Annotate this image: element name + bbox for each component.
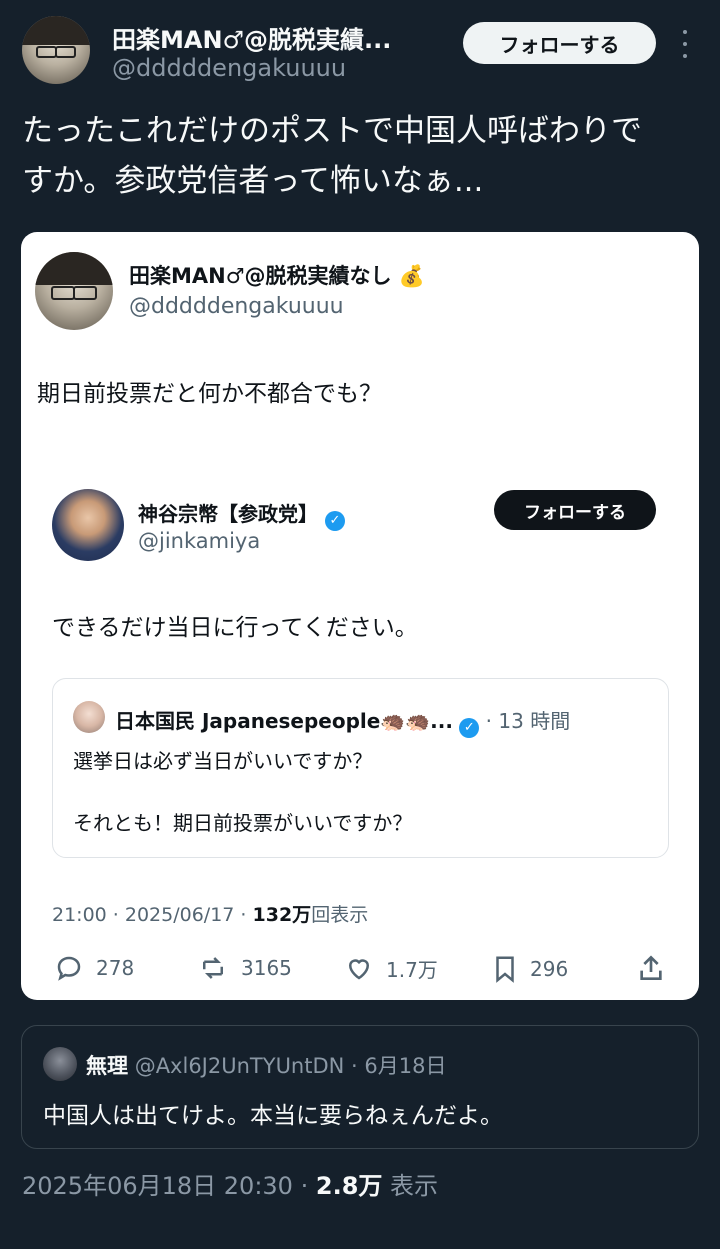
nested-author-avatar bbox=[73, 701, 105, 733]
post-views-label: 表示 bbox=[390, 1172, 439, 1200]
verified-badge-icon: ✓ bbox=[324, 511, 345, 531]
embedded-author-handle: @jinkamiya bbox=[138, 529, 261, 553]
reply-author-handle: @Axl6J2UnTYUntDN bbox=[134, 1054, 345, 1078]
follow-button[interactable]: フォローする bbox=[463, 22, 656, 64]
author-handle[interactable]: @dddddengakuuuu bbox=[112, 54, 346, 82]
quoted-meta: 21:00 · 2025/06/17 · 132万回表示 bbox=[52, 904, 369, 926]
embedded-follow-button[interactable]: フォローする bbox=[494, 490, 656, 530]
nested-text-line-1: 選挙日は必ず当日がいいですか？ bbox=[73, 749, 373, 773]
share-icon bbox=[640, 955, 662, 980]
embedded-author-name: 神谷宗幣【参政党】 ✓ bbox=[138, 498, 345, 531]
nested-text-line-2: それとも！期日前投票がいいですか？ bbox=[73, 811, 413, 835]
nested-age: · 13 時間 bbox=[485, 709, 571, 733]
reply-author-line: 無理 @Axl6J2UnTYUntDN · 6月18日 bbox=[86, 1050, 446, 1080]
reply-icon bbox=[57, 956, 81, 981]
reply-date: · 6月18日 bbox=[351, 1054, 447, 1078]
bookmark-icon bbox=[496, 956, 514, 983]
post-text: たったこれだけのポストで中国人呼ばわりで すか。参政党信者って怖いなぁ... bbox=[22, 106, 642, 206]
embedded-post-text: できるだけ当日に行ってください。 bbox=[52, 615, 418, 641]
reply-author-avatar bbox=[43, 1047, 77, 1081]
post-timestamp: 2025年06月18日 20:30 bbox=[22, 1172, 293, 1200]
quoted-author-handle: @dddddengakuuuu bbox=[129, 294, 344, 319]
embedded-author-avatar bbox=[52, 489, 124, 561]
reply-author-name: 無理 bbox=[86, 1054, 128, 1078]
post-text-line-2: すか。参政党信者って怖いなぁ... bbox=[22, 163, 484, 199]
nested-author-name: 日本国民 Japanesepeople🦔 bbox=[115, 709, 406, 733]
more-options-icon[interactable] bbox=[678, 30, 692, 58]
quoted-author-name: 田楽MAN♂@脱税実績なし 💰 bbox=[129, 264, 426, 288]
reply-text: 中国人は出てけよ。本当に要らねぇんだよ。 bbox=[43, 1103, 503, 1129]
like-action[interactable]: 1.7万 bbox=[342, 953, 438, 983]
quoted-post-card[interactable]: 田楽MAN♂@脱税実績なし 💰 @dddddengakuuuu 期日前投票だと何… bbox=[21, 232, 699, 1000]
nested-quote-card[interactable]: 日本国民 Japanesepeople🦔🦔... ✓ · 13 時間 選挙日は必… bbox=[52, 678, 669, 858]
money-bag-icon: 💰 bbox=[398, 264, 426, 288]
reply-action[interactable]: 278 bbox=[52, 953, 134, 983]
post-timestamp-row: 2025年06月18日 20:30 · 2.8万 表示 bbox=[22, 1172, 439, 1200]
bookmark-action[interactable]: 296 bbox=[490, 953, 568, 985]
retweet-action[interactable]: 3165 bbox=[195, 953, 292, 983]
quoted-post-text: 期日前投票だと何か不都合でも？ bbox=[37, 381, 382, 407]
author-name[interactable]: 田楽MAN♂@脱税実績... bbox=[112, 20, 391, 55]
nested-verified-badge-icon: ✓ bbox=[459, 718, 480, 738]
post-views-count: 2.8万 bbox=[315, 1172, 383, 1200]
quoted-author-avatar bbox=[35, 252, 113, 330]
nested-author-line: 日本国民 Japanesepeople🦔🦔... ✓ · 13 時間 bbox=[115, 705, 570, 738]
reply-preview-card[interactable]: 無理 @Axl6J2UnTYUntDN · 6月18日 中国人は出てけよ。本当に… bbox=[21, 1025, 699, 1149]
retweet-icon bbox=[203, 957, 223, 979]
author-avatar[interactable] bbox=[22, 16, 90, 84]
heart-icon bbox=[348, 959, 370, 980]
share-action[interactable] bbox=[635, 951, 667, 989]
post-text-line-1: たったこれだけのポストで中国人呼ばわりで bbox=[22, 113, 642, 149]
